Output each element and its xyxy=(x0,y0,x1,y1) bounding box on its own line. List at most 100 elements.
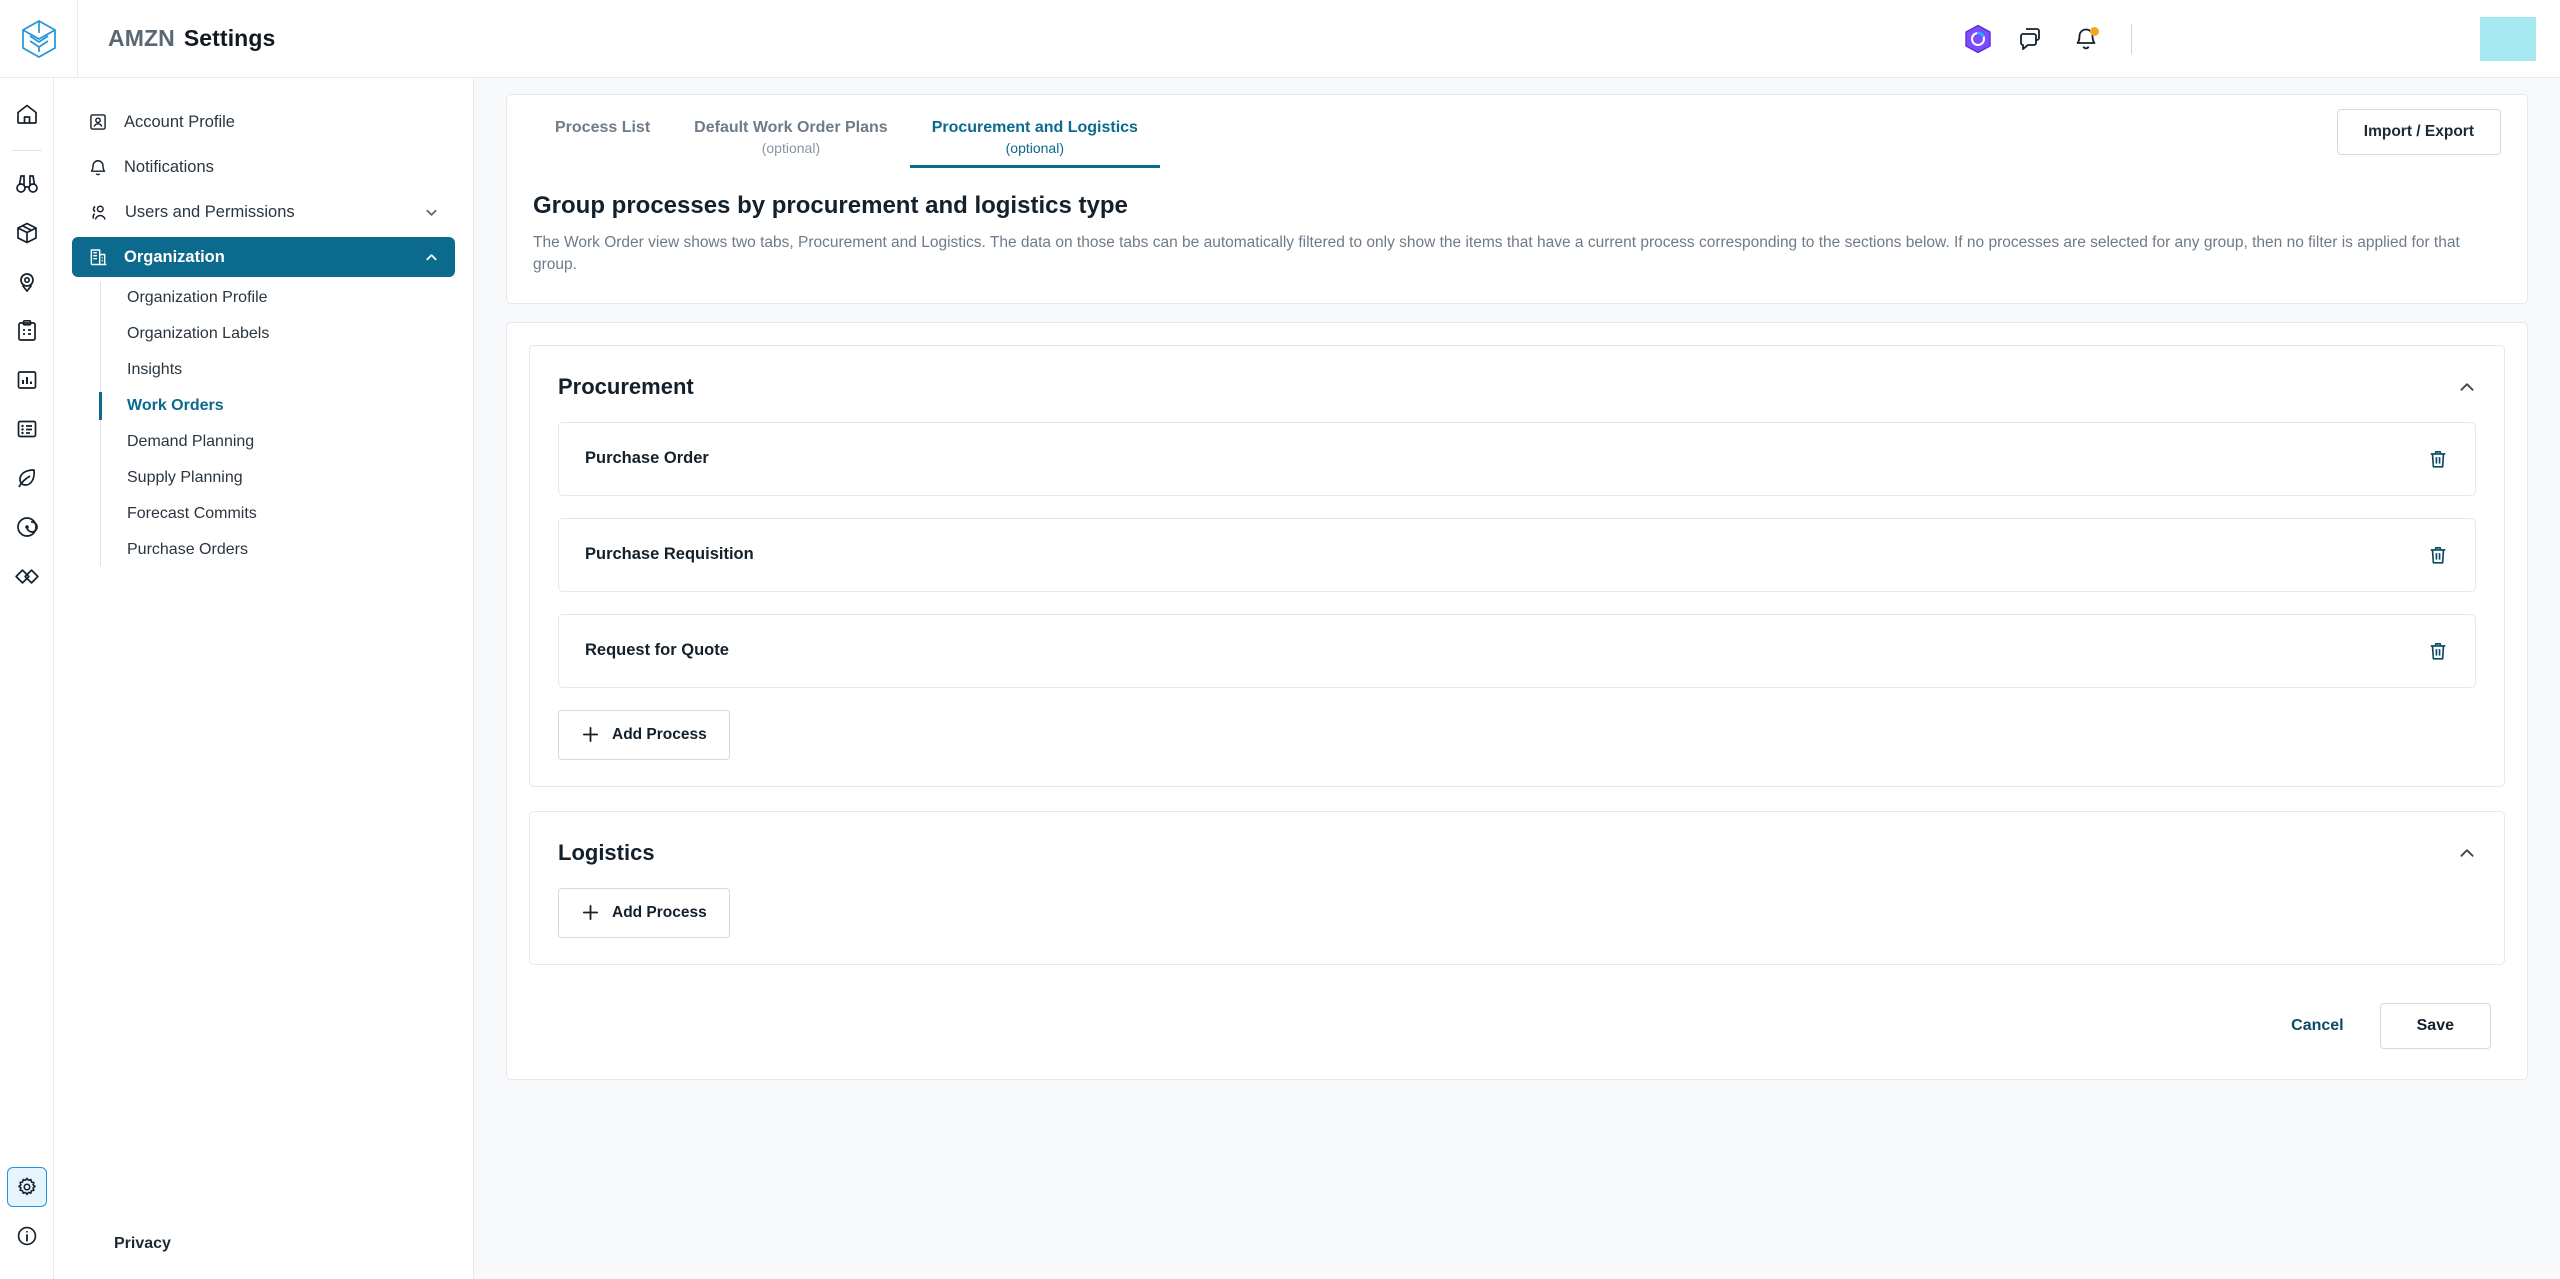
tab-sublabel: (optional) xyxy=(761,140,821,156)
bell-icon xyxy=(88,157,108,177)
add-process-label: Add Process xyxy=(612,903,707,921)
tab-procurement-and-logistics[interactable]: Procurement and Logistics (optional) xyxy=(909,109,1161,168)
sidebar-item-label: Account Profile xyxy=(124,112,235,131)
sidebar-item-account-profile[interactable]: Account Profile xyxy=(72,102,455,142)
tab-process-list[interactable]: Process List xyxy=(533,109,672,149)
privacy-link[interactable]: Privacy xyxy=(114,1235,171,1253)
organization-subnav: Organization Profile Organization Labels… xyxy=(98,282,473,566)
toolbar-divider xyxy=(2131,23,2132,54)
tab-bar: Process List Default Work Order Plans (o… xyxy=(507,95,2527,168)
sidebar-subitem-label: Insights xyxy=(127,361,183,378)
form-actions: Cancel Save xyxy=(529,989,2505,1057)
save-button[interactable]: Save xyxy=(2379,1002,2491,1049)
tab-default-work-order-plans[interactable]: Default Work Order Plans (optional) xyxy=(672,109,910,168)
binoculars-icon[interactable] xyxy=(7,164,47,204)
table-row[interactable]: Purchase Order xyxy=(558,421,2476,496)
sidebar-subitem-label: Organization Profile xyxy=(127,289,268,306)
table-row[interactable]: Purchase Requisition xyxy=(558,517,2476,592)
account-profile-icon xyxy=(88,112,108,132)
group-header[interactable]: Procurement xyxy=(558,368,2476,400)
rail-divider xyxy=(11,150,42,151)
info-circle-icon[interactable] xyxy=(7,1216,47,1256)
sidebar-item-forecast-commits[interactable]: Forecast Commits xyxy=(101,498,473,530)
tab-sublabel: (optional) xyxy=(1005,140,1064,156)
sidebar-subitem-label: Supply Planning xyxy=(127,469,243,486)
users-icon xyxy=(88,202,109,223)
tab-label: Default Work Order Plans xyxy=(694,119,888,136)
add-process-button-logistics[interactable]: Add Process xyxy=(558,887,730,938)
header-card: Process List Default Work Order Plans (o… xyxy=(506,94,2528,304)
sidebar-item-organization-profile[interactable]: Organization Profile xyxy=(101,282,473,314)
sidebar-subitem-label: Purchase Orders xyxy=(127,541,248,558)
app-name: Settings xyxy=(183,25,276,51)
group-panel-procurement: Procurement Purchase Order Purchase Requ… xyxy=(529,344,2505,787)
chevron-up-icon[interactable] xyxy=(424,250,439,265)
add-process-button-procurement[interactable]: Add Process xyxy=(558,709,730,760)
sidebar-item-supply-planning[interactable]: Supply Planning xyxy=(101,462,473,494)
sidebar-subitem-label: Demand Planning xyxy=(127,433,255,450)
chevron-down-icon[interactable] xyxy=(424,205,439,220)
sidebar-item-purchase-orders[interactable]: Purchase Orders xyxy=(101,534,473,566)
chevron-up-icon[interactable] xyxy=(2458,378,2476,396)
chevron-up-icon[interactable] xyxy=(2458,844,2476,862)
sidebar-subitem-label: Forecast Commits xyxy=(127,505,257,522)
sidebar-item-users-and-permissions[interactable]: Users and Permissions xyxy=(72,192,455,232)
process-name: Purchase Order xyxy=(585,449,709,468)
plus-icon xyxy=(581,725,600,744)
sidebar-item-label: Notifications xyxy=(124,157,214,176)
account-name: AMZN xyxy=(108,25,175,51)
add-process-label: Add Process xyxy=(612,725,707,743)
notifications-bell-icon[interactable] xyxy=(2059,0,2113,78)
clipboard-icon[interactable] xyxy=(7,311,47,351)
top-bar: AMZN Settings xyxy=(0,0,2560,78)
ai-assistant-icon[interactable] xyxy=(1951,0,2005,78)
avatar[interactable] xyxy=(2480,16,2536,61)
top-bar-actions xyxy=(1951,0,2560,78)
list-report-icon[interactable] xyxy=(7,409,47,449)
group-header[interactable]: Logistics xyxy=(558,834,2476,866)
import-export-button[interactable]: Import / Export xyxy=(2336,109,2501,155)
sidebar-item-insights[interactable]: Insights xyxy=(101,354,473,386)
sidebar-subitem-label: Work Orders xyxy=(127,397,224,414)
plus-icon xyxy=(581,903,600,922)
sidebar-item-demand-planning[interactable]: Demand Planning xyxy=(101,426,473,458)
package-box-icon[interactable] xyxy=(7,213,47,253)
sidebar-item-organization-labels[interactable]: Organization Labels xyxy=(101,318,473,350)
sidebar-item-label: Users and Permissions xyxy=(125,202,295,221)
process-name: Purchase Requisition xyxy=(585,545,754,564)
trash-icon[interactable] xyxy=(2427,544,2449,566)
group-title: Logistics xyxy=(558,839,655,865)
page-title: Group processes by procurement and logis… xyxy=(533,192,1128,219)
cube-logo-icon[interactable] xyxy=(0,0,78,78)
sidebar-item-label: Organization xyxy=(124,247,225,266)
sidebar-item-notifications[interactable]: Notifications xyxy=(72,147,455,187)
organization-building-icon xyxy=(88,247,108,267)
groups-card: Procurement Purchase Order Purchase Requ… xyxy=(506,321,2528,1080)
group-panel-logistics: Logistics Add Process xyxy=(529,810,2505,965)
bar-chart-icon[interactable] xyxy=(7,360,47,400)
page-description: The Work Order view shows two tabs, Proc… xyxy=(533,234,2460,274)
settings-gear-icon[interactable] xyxy=(6,1167,47,1207)
leaf-icon[interactable] xyxy=(7,458,47,498)
home-icon[interactable] xyxy=(7,94,47,134)
trash-icon[interactable] xyxy=(2427,640,2449,662)
app-title: AMZN Settings xyxy=(108,25,275,52)
trash-icon[interactable] xyxy=(2427,448,2449,470)
chat-bubbles-icon[interactable] xyxy=(2005,0,2059,78)
tab-label: Procurement and Logistics xyxy=(931,119,1138,136)
location-pin-icon[interactable] xyxy=(7,262,47,302)
diamonds-icon[interactable] xyxy=(7,556,47,596)
table-row[interactable]: Request for Quote xyxy=(558,613,2476,688)
tab-label: Process List xyxy=(555,119,651,136)
sidebar-subitem-label: Organization Labels xyxy=(127,325,270,342)
sidebar-item-organization[interactable]: Organization xyxy=(72,237,455,277)
main-content: Process List Default Work Order Plans (o… xyxy=(474,78,2560,1279)
rail-bottom-group xyxy=(6,1167,47,1279)
settings-sidebar: Account Profile Notifications Users and … xyxy=(54,78,474,1279)
sidebar-item-work-orders[interactable]: Work Orders xyxy=(98,390,473,422)
app-icon-rail xyxy=(0,78,54,1279)
process-name: Request for Quote xyxy=(585,641,729,660)
cancel-button[interactable]: Cancel xyxy=(2285,1007,2349,1045)
radar-icon[interactable] xyxy=(7,507,47,547)
notification-badge-dot xyxy=(2090,26,2099,36)
